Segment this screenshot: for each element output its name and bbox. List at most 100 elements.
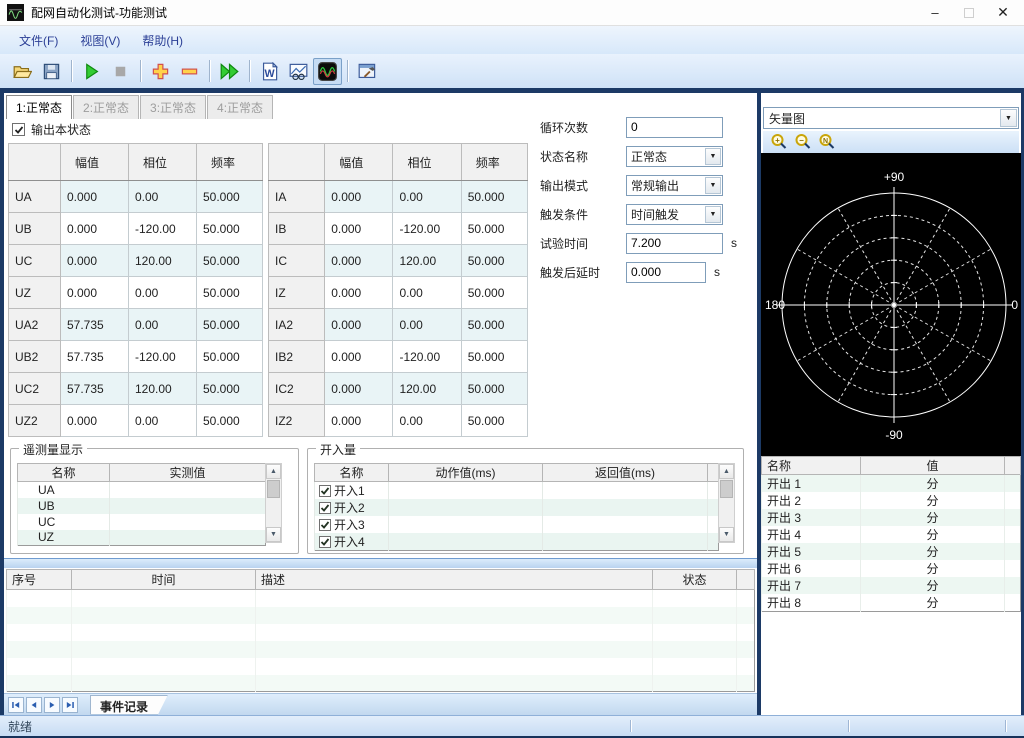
amplitude-cell[interactable]: 57.735 (61, 309, 129, 341)
phase-cell[interactable]: 0.00 (393, 309, 461, 341)
output-state-checkbox[interactable] (12, 123, 25, 136)
status-header[interactable]: 状态 (653, 570, 737, 590)
scrollbar-track[interactable] (719, 479, 734, 527)
phase-cell[interactable]: -120.00 (393, 341, 461, 373)
scrollbar-thumb[interactable] (720, 480, 733, 498)
frequency-cell[interactable]: 50.000 (197, 373, 263, 405)
scroll-down-button[interactable]: ▼ (266, 527, 281, 542)
phase-cell[interactable]: -120.00 (129, 213, 197, 245)
amplitude-cell[interactable]: 0.000 (61, 245, 129, 277)
word-report-button[interactable]: W (255, 58, 284, 85)
amplitude-cell[interactable]: 57.735 (61, 373, 129, 405)
frequency-cell[interactable]: 50.000 (461, 213, 527, 245)
frequency-cell[interactable]: 50.000 (197, 277, 263, 309)
name-header[interactable]: 名称 (18, 464, 110, 482)
description-header[interactable]: 描述 (256, 570, 653, 590)
digital-input-checkbox[interactable] (319, 519, 331, 531)
value-header[interactable]: 值 (861, 457, 1005, 475)
time-header[interactable]: 时间 (72, 570, 256, 590)
telemetry-row[interactable]: UB (18, 498, 266, 514)
digital-input-row[interactable]: 开入4 (315, 533, 719, 551)
index-header[interactable]: 序号 (7, 570, 72, 590)
digital-input-row[interactable]: 开入1 (315, 482, 719, 500)
output-state-checkbox-row[interactable]: 输出本状态 (12, 121, 91, 138)
tab-state-4[interactable]: 4:正常态 (207, 95, 273, 119)
tab-state-3[interactable]: 3:正常态 (140, 95, 206, 119)
zoom-in-button[interactable]: + (767, 132, 791, 152)
digital-input-checkbox[interactable] (319, 502, 331, 514)
first-page-button[interactable] (8, 697, 24, 713)
frequency-cell[interactable]: 50.000 (197, 213, 263, 245)
test-time-input[interactable] (626, 233, 723, 254)
frequency-cell[interactable]: 50.000 (197, 341, 263, 373)
digital-input-row[interactable]: 开入2 (315, 499, 719, 516)
phase-cell[interactable]: 0.00 (393, 277, 461, 309)
name-header[interactable]: 名称 (315, 464, 389, 482)
amplitude-cell[interactable]: 0.000 (61, 181, 129, 213)
minimize-button[interactable]: – (918, 1, 952, 25)
remove-state-button[interactable] (175, 58, 204, 85)
amplitude-cell[interactable]: 0.000 (325, 405, 393, 437)
phase-cell[interactable]: 120.00 (393, 245, 461, 277)
chevron-down-icon[interactable]: ▼ (1000, 109, 1017, 127)
start-button[interactable] (77, 58, 106, 85)
amplitude-cell[interactable]: 0.000 (325, 245, 393, 277)
frequency-cell[interactable]: 50.000 (197, 309, 263, 341)
close-button[interactable]: ✕ (986, 1, 1020, 25)
frequency-cell[interactable]: 50.000 (461, 309, 527, 341)
add-state-button[interactable] (146, 58, 175, 85)
phase-cell[interactable]: -120.00 (129, 341, 197, 373)
phase-cell[interactable]: 0.00 (129, 309, 197, 341)
tab-state-2[interactable]: 2:正常态 (73, 95, 139, 119)
post-trigger-delay-input[interactable] (626, 262, 706, 283)
run-continuous-button[interactable] (215, 58, 244, 85)
phase-cell[interactable]: 0.00 (129, 277, 197, 309)
amplitude-cell[interactable]: 0.000 (61, 213, 129, 245)
digital-inputs-scrollbar[interactable]: ▲ ▼ (718, 463, 735, 543)
amplitude-cell[interactable]: 0.000 (325, 341, 393, 373)
chevron-down-icon[interactable]: ▼ (705, 177, 721, 194)
tab-state-1[interactable]: 1:正常态 (6, 95, 72, 119)
frequency-cell[interactable]: 50.000 (461, 245, 527, 277)
frequency-cell[interactable]: 50.000 (461, 341, 527, 373)
phase-cell[interactable]: 120.00 (129, 245, 197, 277)
amplitude-cell[interactable]: 0.000 (325, 277, 393, 309)
action-value-header[interactable]: 动作值(ms) (389, 464, 543, 482)
scrollbar-thumb[interactable] (267, 480, 280, 498)
menu-file[interactable]: 文件(F) (8, 28, 69, 53)
frequency-cell[interactable]: 50.000 (197, 245, 263, 277)
curve-report-button[interactable] (284, 58, 313, 85)
stop-button[interactable] (106, 58, 135, 85)
horizontal-splitter[interactable] (4, 558, 757, 568)
zoom-out-button[interactable]: − (791, 132, 815, 152)
amplitude-cell[interactable]: 0.000 (325, 213, 393, 245)
telemetry-row[interactable]: UC (18, 514, 266, 530)
amplitude-cell[interactable]: 0.000 (325, 373, 393, 405)
open-button[interactable] (8, 58, 37, 85)
phase-cell[interactable]: 0.00 (129, 405, 197, 437)
last-page-button[interactable] (62, 697, 78, 713)
view-selector[interactable]: 矢量图 ▼ (763, 107, 1019, 129)
amplitude-cell[interactable]: 0.000 (61, 277, 129, 309)
name-header[interactable]: 名称 (762, 457, 861, 475)
phase-cell[interactable]: 0.00 (393, 405, 461, 437)
maximize-button[interactable] (952, 1, 986, 25)
telemetry-row[interactable]: UZ (18, 530, 266, 546)
digital-input-row[interactable]: 开入3 (315, 516, 719, 533)
amplitude-cell[interactable]: 0.000 (325, 181, 393, 213)
frequency-cell[interactable]: 50.000 (197, 181, 263, 213)
previous-page-button[interactable] (26, 697, 42, 713)
zoom-normal-button[interactable]: N (815, 132, 839, 152)
phase-cell[interactable]: 120.00 (129, 373, 197, 405)
tab-event-log[interactable]: 事件记录 (90, 695, 168, 715)
telemetry-scrollbar[interactable]: ▲ ▼ (265, 463, 282, 543)
frequency-cell[interactable]: 50.000 (461, 181, 527, 213)
phase-cell[interactable]: 0.00 (129, 181, 197, 213)
phase-cell[interactable]: 0.00 (393, 181, 461, 213)
state-name-select[interactable]: 正常态 ▼ (626, 146, 723, 167)
frequency-cell[interactable]: 50.000 (461, 277, 527, 309)
menu-help[interactable]: 帮助(H) (131, 28, 194, 53)
amplitude-cell[interactable]: 0.000 (61, 405, 129, 437)
digital-input-checkbox[interactable] (319, 536, 331, 548)
measured-value-header[interactable]: 实测值 (110, 464, 266, 482)
